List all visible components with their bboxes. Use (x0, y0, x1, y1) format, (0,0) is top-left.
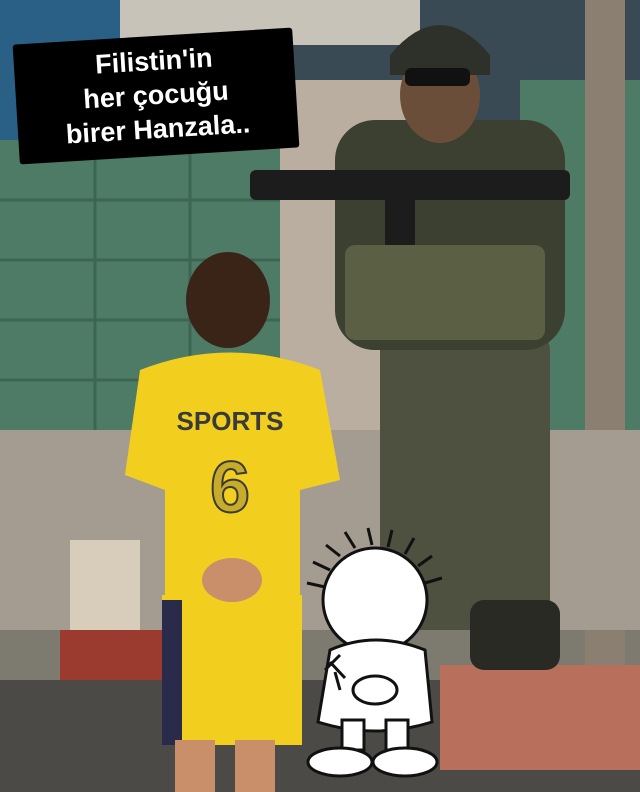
soldier-boot (470, 600, 560, 670)
rifle-magazine (385, 195, 415, 245)
boy-leg-right (235, 740, 275, 792)
tactical-vest (345, 245, 545, 340)
hanzala-leg-right (384, 718, 410, 752)
hanzala-leg-left (340, 718, 366, 752)
jersey-text: SPORTS (177, 406, 284, 436)
photo: SPORTS 6 Filistin'in her çocuğu birer Ha… (0, 0, 640, 792)
boy-leg-left (175, 740, 215, 792)
boy-hands (202, 558, 262, 602)
jersey-number: 6 (210, 448, 250, 528)
hanzala-head (321, 546, 429, 654)
boy-hair (186, 252, 270, 348)
curb-stone (440, 665, 640, 770)
yellow-shorts (162, 595, 302, 745)
shorts-stripe (162, 600, 182, 745)
hanzala-foot-left (306, 746, 374, 778)
caption-box: Filistin'in her çocuğu birer Hanzala.. (12, 27, 300, 165)
white-box (70, 540, 140, 630)
hanzala-hands (351, 674, 399, 706)
hanzala-foot-right (371, 746, 439, 778)
sunglasses (405, 68, 470, 86)
